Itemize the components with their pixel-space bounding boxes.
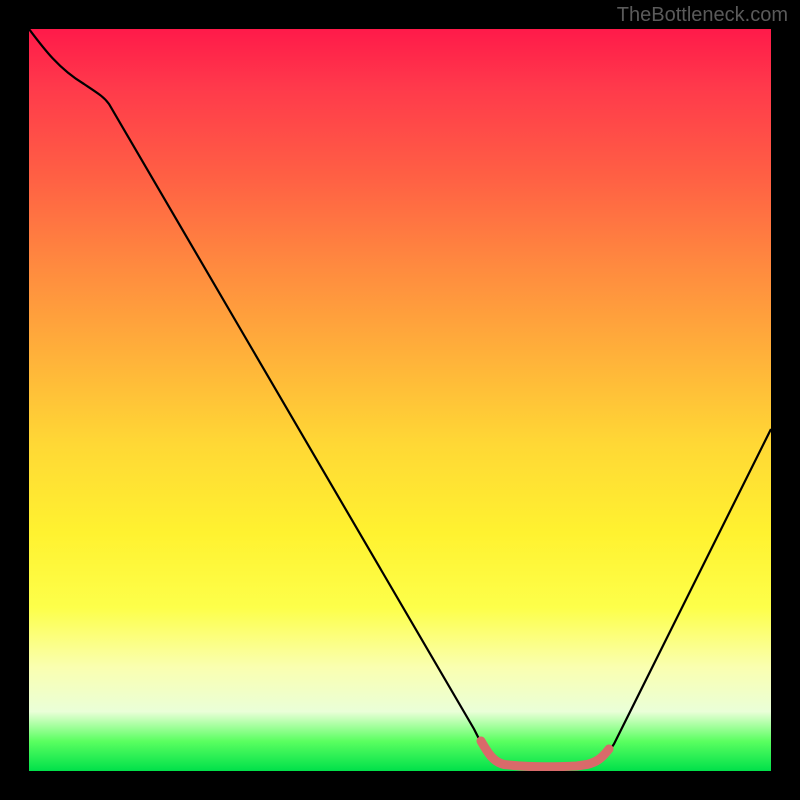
- chart-svg: [29, 29, 771, 771]
- plot-area: [29, 29, 771, 771]
- bottleneck-curve-line: [29, 29, 771, 767]
- attribution-text: TheBottleneck.com: [617, 4, 788, 27]
- highlight-segment-line: [481, 741, 609, 767]
